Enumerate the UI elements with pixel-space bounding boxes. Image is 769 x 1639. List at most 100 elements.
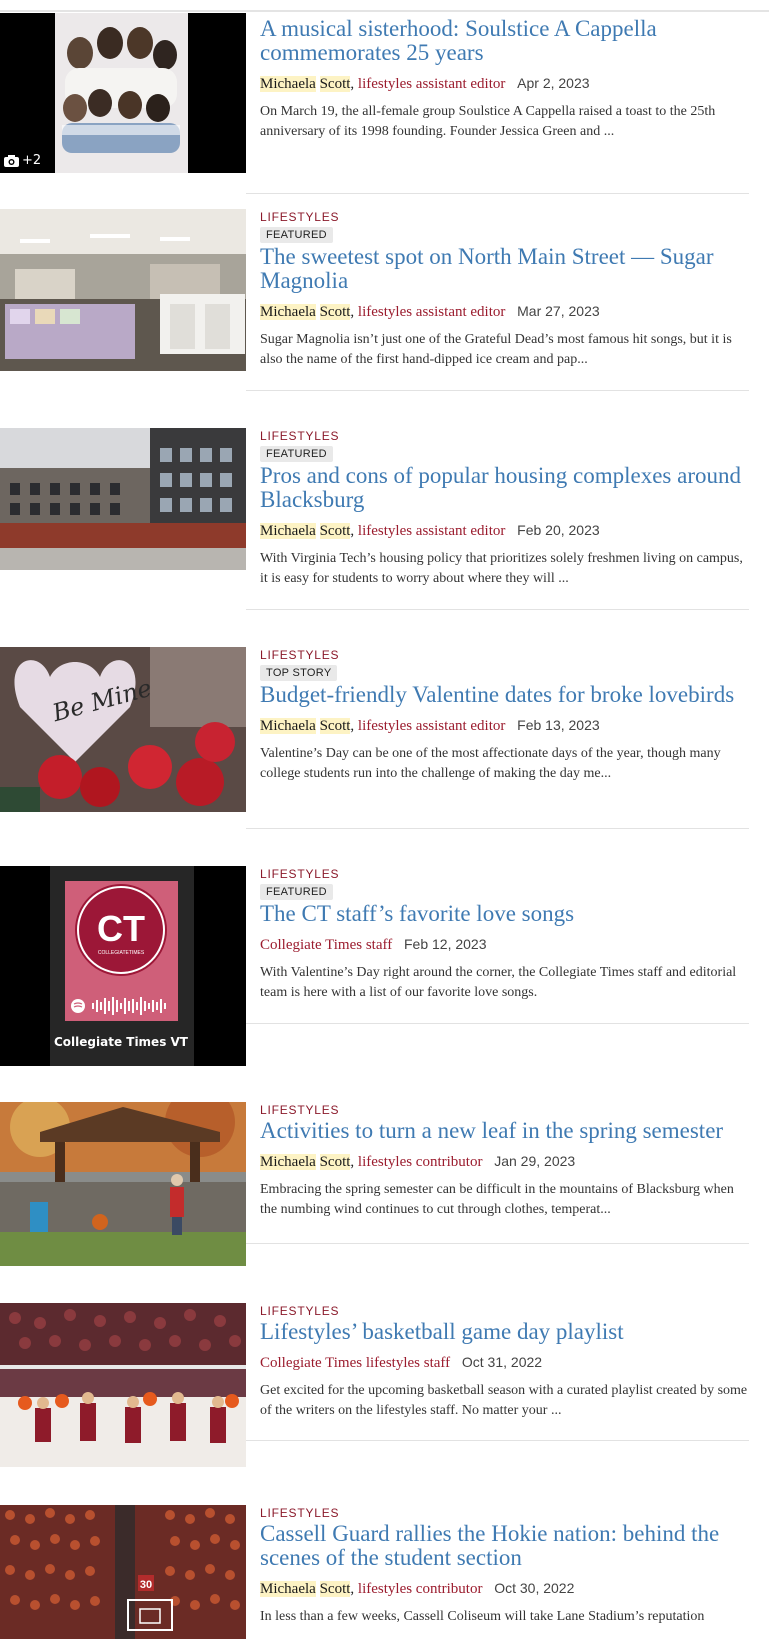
article-thumbnail[interactable]: Be Mine — [0, 647, 246, 812]
section-label[interactable]: LIFESTYLES — [260, 210, 750, 224]
article-headline[interactable]: Budget-friendly Valentine dates for brok… — [260, 683, 750, 707]
article-headline[interactable]: Lifestyles’ basketball game day playlist — [260, 1320, 750, 1344]
article-divider — [246, 390, 749, 391]
valentine-balloon-image: Be Mine — [0, 647, 246, 812]
article-content: A musical sisterhood: Soulstice A Cappel… — [260, 15, 750, 142]
article-headline[interactable]: The sweetest spot on North Main Street —… — [260, 245, 750, 293]
author-staff[interactable]: Collegiate Times staff — [260, 937, 392, 953]
section-label[interactable]: LIFESTYLES — [260, 1304, 750, 1318]
article-date: Oct 31, 2022 — [461, 1354, 543, 1370]
article-divider — [246, 193, 749, 194]
photo-group-image — [0, 13, 246, 173]
article-excerpt: Embracing the spring semester can be dif… — [260, 1182, 734, 1217]
article-content: LIFESTYLES FEATURED The sweetest spot on… — [260, 209, 750, 370]
author-first-name[interactable]: Michaela — [260, 1154, 316, 1170]
article-content: LIFESTYLES Cassell Guard rallies the Hok… — [260, 1505, 750, 1627]
article-byline: Collegiate Times lifestyles staff Oct 31… — [260, 1352, 750, 1373]
section-label[interactable]: LIFESTYLES — [260, 1103, 750, 1117]
author-last-name[interactable]: Scott — [319, 304, 351, 320]
author-last-name[interactable]: Scott — [319, 523, 351, 539]
author-role[interactable]: lifestyles assistant editor — [358, 718, 505, 734]
article-byline: Collegiate Times staff Feb 12, 2023 — [260, 934, 750, 955]
store-interior-image — [0, 209, 246, 371]
article-byline: Michaela Scott, lifestyles assistant edi… — [260, 522, 600, 539]
article-divider — [246, 1023, 749, 1024]
article-byline: Michaela Scott, lifestyles assistant edi… — [260, 75, 590, 92]
article-thumbnail[interactable]: CT COLLEGIATETIMES Collegiate Times VT — [0, 866, 246, 1066]
author-role[interactable]: lifestyles assistant editor — [358, 304, 505, 320]
article-date: Feb 12, 2023 — [403, 936, 487, 952]
article-content: LIFESTYLES FEATURED Pros and cons of pop… — [260, 428, 750, 589]
ct-logo-text: CT — [97, 908, 145, 949]
article-excerpt: With Valentine’s Day right around the co… — [260, 965, 737, 1000]
article-excerpt: With Virginia Tech’s housing policy that… — [260, 551, 743, 586]
article-excerpt: On March 19, the all-female group Soulst… — [260, 104, 716, 139]
author-last-name[interactable]: Scott — [319, 76, 351, 92]
article-excerpt: Valentine’s Day can be one of the most a… — [260, 746, 721, 781]
photo-count: +2 — [4, 153, 41, 168]
ct-logo-subtext: COLLEGIATETIMES — [98, 950, 145, 956]
article-headline[interactable]: Pros and cons of popular housing complex… — [260, 464, 750, 512]
featured-badge: FEATURED — [260, 227, 333, 243]
author-role[interactable]: lifestyles contributor — [358, 1581, 483, 1597]
article-divider — [246, 1243, 749, 1244]
author-first-name[interactable]: Michaela — [260, 1581, 316, 1597]
article-excerpt: Sugar Magnolia isn’t just one of the Gra… — [260, 332, 732, 367]
article-divider — [246, 609, 749, 610]
top-story-badge: TOP STORY — [260, 665, 338, 681]
article-excerpt: In less than a few weeks, Cassell Colise… — [260, 1609, 705, 1624]
author-first-name[interactable]: Michaela — [260, 76, 316, 92]
author-last-name[interactable]: Scott — [319, 718, 351, 734]
article-thumbnail[interactable] — [0, 209, 246, 371]
camera-icon — [4, 154, 19, 167]
top-rule — [0, 10, 769, 12]
section-label[interactable]: LIFESTYLES — [260, 867, 750, 881]
article-byline: Michaela Scott, lifestyles contributor J… — [260, 1153, 576, 1170]
basketball-crowd-image — [0, 1303, 246, 1467]
article-date: Oct 30, 2022 — [494, 1580, 575, 1596]
author-role[interactable]: lifestyles contributor — [358, 1154, 483, 1170]
author-last-name[interactable]: Scott — [319, 1581, 351, 1597]
featured-badge: FEATURED — [260, 446, 333, 462]
article-date: Feb 13, 2023 — [517, 717, 600, 733]
autumn-market-image — [0, 1102, 246, 1266]
section-label[interactable]: LIFESTYLES — [260, 1506, 750, 1520]
article-content: LIFESTYLES TOP STORY Budget-friendly Val… — [260, 647, 750, 784]
author-role[interactable]: lifestyles assistant editor — [358, 76, 505, 92]
spotify-playlist-image: CT COLLEGIATETIMES Collegiate Times VT — [0, 866, 246, 1066]
article-content: LIFESTYLES Lifestyles’ basketball game d… — [260, 1303, 750, 1421]
article-excerpt: Get excited for the upcoming basketball … — [260, 1383, 748, 1418]
article-thumbnail[interactable]: 30 — [0, 1505, 246, 1639]
section-label[interactable]: LIFESTYLES — [260, 648, 750, 662]
author-role[interactable]: lifestyles assistant editor — [358, 523, 505, 539]
article-divider — [246, 828, 749, 829]
article-content: LIFESTYLES Activities to turn a new leaf… — [260, 1102, 750, 1220]
article-date: Jan 29, 2023 — [494, 1153, 576, 1169]
article-headline[interactable]: Activities to turn a new leaf in the spr… — [260, 1119, 750, 1143]
article-headline[interactable]: Cassell Guard rallies the Hokie nation: … — [260, 1522, 750, 1570]
article-thumbnail[interactable] — [0, 1303, 246, 1467]
article-headline[interactable]: The CT staff’s favorite love songs — [260, 902, 750, 926]
section-label[interactable]: LIFESTYLES — [260, 429, 750, 443]
article-byline: Michaela Scott, lifestyles assistant edi… — [260, 303, 600, 320]
featured-badge: FEATURED — [260, 884, 333, 900]
author-first-name[interactable]: Michaela — [260, 304, 316, 320]
article-headline[interactable]: A musical sisterhood: Soulstice A Cappel… — [260, 17, 750, 65]
article-date: Feb 20, 2023 — [517, 522, 600, 538]
author-staff[interactable]: Collegiate Times lifestyles staff — [260, 1355, 450, 1371]
playlist-owner-text: Collegiate Times VT — [54, 1035, 189, 1049]
article-thumbnail[interactable] — [0, 428, 246, 570]
article-divider — [246, 1440, 749, 1441]
article-thumbnail[interactable] — [0, 1102, 246, 1266]
article-byline: Michaela Scott, lifestyles assistant edi… — [260, 717, 600, 734]
author-first-name[interactable]: Michaela — [260, 718, 316, 734]
article-byline: Michaela Scott, lifestyles contributor O… — [260, 1580, 575, 1597]
article-date: Mar 27, 2023 — [517, 303, 600, 319]
article-date: Apr 2, 2023 — [517, 75, 590, 91]
jersey-number-text: 30 — [140, 1579, 152, 1591]
article-content: LIFESTYLES FEATURED The CT staff’s favor… — [260, 866, 750, 1003]
author-first-name[interactable]: Michaela — [260, 523, 316, 539]
article-thumbnail[interactable]: +2 — [0, 13, 246, 173]
author-last-name[interactable]: Scott — [319, 1154, 351, 1170]
housing-complex-image — [0, 428, 246, 570]
